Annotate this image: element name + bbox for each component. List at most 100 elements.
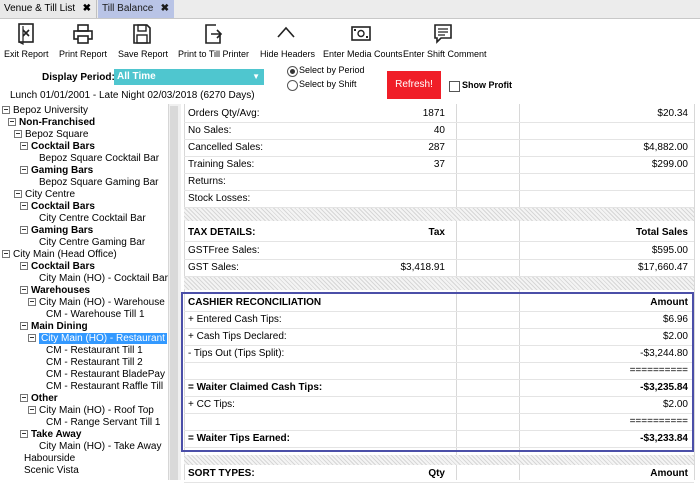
exit-report-icon (18, 23, 34, 45)
report-row-training: Training Sales: 37 $299.00 (184, 156, 694, 174)
tree-node-till[interactable]: CM - Warehouse Till 1 (46, 309, 145, 321)
display-period-select[interactable]: All Time ▼ (114, 69, 264, 85)
row-qty: 40 (433, 125, 445, 136)
print-report-button[interactable]: Print Report (58, 22, 108, 62)
radio-select-by-shift-label: Select by Shift (299, 79, 357, 89)
row-amount: $17,660.47 (637, 262, 688, 273)
tree-node-venue[interactable]: City Main (HO) - Cocktail Bar (39, 273, 168, 285)
collapse-icon[interactable] (20, 322, 28, 331)
tree-node-main-dining[interactable]: Main Dining (20, 321, 88, 333)
tree-node-city-main-head-office[interactable]: City Main (Head Office) (2, 249, 117, 261)
tree-node-venue[interactable]: City Centre Gaming Bar (39, 237, 145, 249)
tree-node-gaming-bars[interactable]: Gaming Bars (20, 165, 93, 177)
tab-label: Till Balance (102, 3, 154, 14)
report-row-cancelled: Cancelled Sales: 287 $4,882.00 (184, 139, 694, 157)
collapse-icon[interactable] (20, 286, 28, 295)
row-label: No Sales: (188, 125, 232, 136)
tree-node-venue[interactable]: City Main (HO) - Take Away (39, 441, 161, 453)
toolbar-label: Print Report (58, 49, 108, 59)
export-arrow-icon (205, 24, 223, 44)
enter-media-counts-button[interactable]: Enter Media Counts (323, 22, 403, 62)
tree-node-till[interactable]: CM - Range Servant Till 1 (46, 417, 161, 429)
toolbar-label: Hide Headers (260, 49, 316, 59)
tree-node-till[interactable]: CM - Restaurant Raffle Till (46, 381, 163, 393)
tab-label: Venue & Till List (4, 3, 76, 14)
collapse-icon[interactable] (14, 190, 22, 199)
tree-label: Gaming Bars (31, 165, 94, 176)
hide-headers-button[interactable]: Hide Headers (260, 22, 316, 62)
tree-node-till[interactable]: CM - Restaurant Till 1 (46, 345, 143, 357)
tree-node-non-franchised[interactable]: Non-Franchised (8, 117, 95, 129)
tree-node-cocktail-bars[interactable]: Cocktail Bars (20, 261, 95, 273)
floppy-disk-icon (133, 24, 151, 44)
radio-select-by-shift[interactable] (287, 80, 298, 91)
tree-node-cocktail-bars[interactable]: Cocktail Bars (20, 141, 95, 153)
tree-node-gaming-bars[interactable]: Gaming Bars (20, 225, 93, 237)
collapse-icon[interactable] (20, 226, 28, 235)
tree-node-till[interactable]: CM - Restaurant BladePay (46, 369, 165, 381)
collapse-icon[interactable] (20, 142, 28, 151)
column-header-amount: Amount (650, 468, 688, 479)
tree-node-bepoz-square[interactable]: Bepoz Square (14, 129, 88, 141)
toolbar-label: Exit Report (4, 49, 49, 59)
tree-label: Warehouses (31, 285, 91, 296)
tree-label: City Main (HO) - Warehouse (39, 297, 165, 308)
collapse-icon[interactable] (28, 298, 36, 307)
collapse-icon[interactable] (20, 166, 28, 175)
row-qty: $3,418.91 (400, 262, 446, 273)
tree-node-cocktail-bars[interactable]: Cocktail Bars (20, 201, 95, 213)
tree-node-habourside[interactable]: Habourside (24, 453, 75, 465)
collapse-icon[interactable] (20, 394, 28, 403)
collapse-icon[interactable] (28, 334, 36, 343)
column-header-qty: Qty (428, 468, 445, 479)
tree-node-venue[interactable]: Bepoz Square Gaming Bar (39, 177, 159, 189)
enter-shift-comment-button[interactable]: Enter Shift Comment (403, 22, 487, 62)
tree-label: Cocktail Bars (31, 261, 95, 272)
toolbar-label: Save Report (118, 49, 169, 59)
row-amount: $4,882.00 (643, 142, 689, 153)
display-period-label: Display Period: (42, 72, 115, 83)
tree-node-venue[interactable]: City Main (HO) - Warehouse (28, 297, 165, 309)
show-profit-checkbox[interactable] (449, 81, 460, 92)
close-icon[interactable]: ✖ (161, 0, 169, 18)
tree-node-bepoz-university[interactable]: Bepoz University (2, 105, 88, 117)
tree-node-warehouses[interactable]: Warehouses (20, 285, 90, 297)
report-row-sort-header: SORT TYPES: Qty Amount (184, 465, 694, 483)
save-report-button[interactable]: Save Report (118, 22, 169, 62)
tree-node-take-away[interactable]: Take Away (20, 429, 81, 441)
collapse-icon[interactable] (20, 430, 28, 439)
exit-report-button[interactable]: Exit Report (4, 22, 49, 62)
row-qty: 37 (433, 159, 445, 170)
print-to-till-printer-button[interactable]: Print to Till Printer (178, 22, 249, 62)
collapse-icon[interactable] (2, 106, 10, 115)
tree-node-venue-selected[interactable]: City Main (HO) - Restaurant (28, 333, 167, 345)
row-amount: $299.00 (651, 159, 688, 170)
collapse-icon[interactable] (20, 202, 28, 211)
tab-venue-till-list[interactable]: Venue & Till List ✖ (0, 0, 97, 18)
tab-till-balance[interactable]: Till Balance ✖ (98, 0, 174, 18)
tree-label: Take Away (31, 429, 82, 440)
tree-node-till[interactable]: CM - Restaurant Till 2 (46, 357, 143, 369)
radio-select-by-period[interactable] (287, 66, 298, 77)
tree-node-city-centre[interactable]: City Centre (14, 189, 75, 201)
refresh-button[interactable]: Refresh! (387, 71, 441, 99)
tree-node-venue[interactable]: Bepoz Square Cocktail Bar (39, 153, 159, 165)
collapse-icon[interactable] (14, 130, 22, 139)
tree-node-other[interactable]: Other (20, 393, 58, 405)
comment-icon (434, 24, 452, 44)
collapse-icon[interactable] (2, 250, 10, 259)
close-icon[interactable]: ✖ (83, 0, 91, 18)
report-row-no-sales: No Sales: 40 (184, 122, 694, 140)
collapse-icon[interactable] (20, 262, 28, 271)
report-row-gstfree: GSTFree Sales: $595.00 (184, 242, 694, 260)
tree-node-venue[interactable]: City Centre Cocktail Bar (39, 213, 146, 225)
tree-scrollbar-thumb[interactable] (170, 106, 178, 480)
toolbar-label: Enter Shift Comment (403, 49, 487, 59)
collapse-icon[interactable] (28, 406, 36, 415)
tree-label: Cocktail Bars (31, 201, 95, 212)
tree-node-venue[interactable]: City Main (HO) - Roof Top (28, 405, 154, 417)
row-qty: 1871 (422, 108, 445, 119)
tree-node-scenic-vista[interactable]: Scenic Vista (24, 465, 79, 477)
tree-label: Cocktail Bars (31, 141, 95, 152)
collapse-icon[interactable] (8, 118, 16, 127)
